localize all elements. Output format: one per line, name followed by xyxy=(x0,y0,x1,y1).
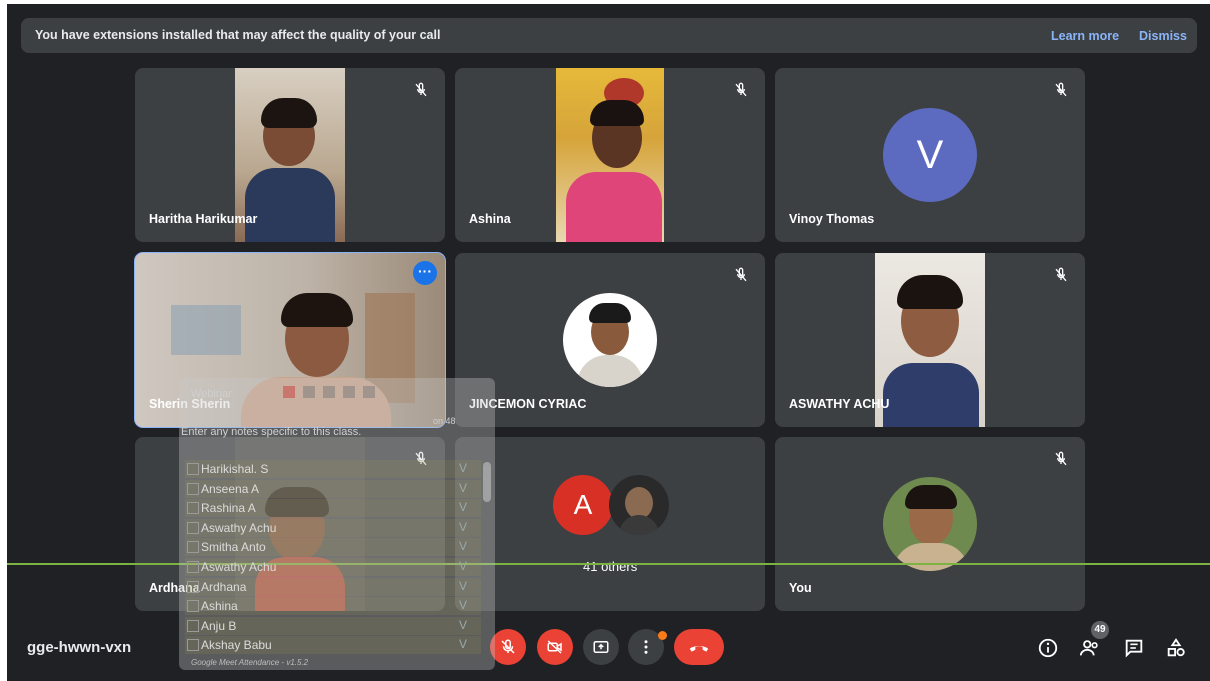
list-item[interactable]: Anseena AV xyxy=(185,479,481,498)
participants-count-badge: 49 xyxy=(1091,621,1109,639)
participant-name: You xyxy=(789,581,812,595)
avatar xyxy=(563,293,657,387)
participant-tile[interactable]: Ashina xyxy=(455,68,765,242)
others-count-label: 41 others xyxy=(583,559,638,574)
attendee-list: Harikishal. SV Anseena AV Rashina AV Asw… xyxy=(185,460,481,656)
banner-message: You have extensions installed that may a… xyxy=(35,28,441,42)
attendance-extension-panel[interactable]: Webinar on 48 Enter any notes specific t… xyxy=(179,378,495,670)
edit-icon[interactable] xyxy=(323,386,335,398)
list-item[interactable]: Aswathy Achu V xyxy=(185,557,481,576)
people-icon[interactable] xyxy=(1079,637,1101,659)
notification-dot xyxy=(658,631,667,640)
participant-tile-self[interactable]: You xyxy=(775,437,1085,611)
mic-off-icon xyxy=(415,82,427,97)
mic-off-icon xyxy=(1055,451,1067,466)
learn-more-link[interactable]: Learn more xyxy=(1051,29,1119,43)
participant-tile[interactable]: ASWATHY ACHU xyxy=(775,253,1085,427)
mic-off-icon xyxy=(501,639,515,654)
present-icon xyxy=(593,641,609,653)
mic-off-icon xyxy=(735,82,747,97)
activities-icon[interactable] xyxy=(1165,637,1187,659)
info-icon[interactable] xyxy=(1037,637,1059,659)
mic-toggle-button[interactable] xyxy=(490,629,526,665)
session-hint: on 48 xyxy=(433,416,456,426)
extensions-banner: You have extensions installed that may a… xyxy=(21,18,1197,53)
avatar xyxy=(883,477,977,571)
end-call-button[interactable] xyxy=(674,629,724,665)
participant-name: ASWATHY ACHU xyxy=(789,397,890,411)
delete-icon[interactable] xyxy=(283,386,295,398)
chat-icon[interactable] xyxy=(1123,637,1145,659)
present-button[interactable] xyxy=(583,629,619,665)
avatar xyxy=(609,475,669,535)
list-item[interactable]: Rashina AV xyxy=(185,499,481,518)
camera-toggle-button[interactable] xyxy=(537,629,573,665)
participant-video xyxy=(875,253,985,427)
extension-scrollbar[interactable] xyxy=(483,462,491,502)
mic-off-icon xyxy=(1055,267,1067,282)
mic-off-icon xyxy=(1055,82,1067,97)
participant-name: Ashina xyxy=(469,212,511,226)
notes-field[interactable]: Enter any notes specific to this class. xyxy=(181,426,463,456)
list-item[interactable]: Aswathy Achu V xyxy=(185,518,481,537)
avatar-letter: A xyxy=(573,489,593,520)
avatar-letter: V xyxy=(916,132,944,177)
extension-toolbar xyxy=(283,386,463,402)
pin-icon[interactable] xyxy=(363,386,375,398)
participant-tile[interactable]: Haritha Harikumar xyxy=(135,68,445,242)
participant-name: Vinoy Thomas xyxy=(789,212,875,226)
list-item[interactable]: Akshay Babu V xyxy=(185,636,481,655)
extension-footer: Google Meet Attendance - v1.5.2 xyxy=(191,658,309,667)
participant-tile[interactable]: JINCEMON CYRIAC xyxy=(455,253,765,427)
end-call-icon xyxy=(689,646,709,652)
list-item[interactable]: Ashina V xyxy=(185,597,481,616)
mic-off-icon xyxy=(735,267,747,282)
meeting-code: gge-hwwn-vxn xyxy=(27,639,132,656)
participant-name: Haritha Harikumar xyxy=(149,212,258,226)
avatar: A xyxy=(553,475,613,535)
others-tile[interactable]: A xyxy=(455,437,765,611)
list-item[interactable]: Smitha Anto V xyxy=(185,538,481,557)
avatar: V xyxy=(883,108,977,202)
refresh-icon[interactable] xyxy=(303,386,315,398)
list-item[interactable]: Ardhana V xyxy=(185,577,481,596)
dismiss-link[interactable]: Dismiss xyxy=(1139,29,1187,43)
more-vert-icon xyxy=(644,640,648,654)
list-item[interactable]: Anju BV xyxy=(185,616,481,635)
export-icon[interactable] xyxy=(343,386,355,398)
participant-video xyxy=(556,68,664,242)
more-options-button[interactable]: ··· xyxy=(413,261,437,285)
extension-title: Webinar xyxy=(191,388,232,400)
participant-tile[interactable]: V Vinoy Thomas xyxy=(775,68,1085,242)
list-item[interactable]: Harikishal. SV xyxy=(185,460,481,478)
meet-window: You have extensions installed that may a… xyxy=(7,4,1210,681)
camera-off-icon xyxy=(547,640,562,654)
